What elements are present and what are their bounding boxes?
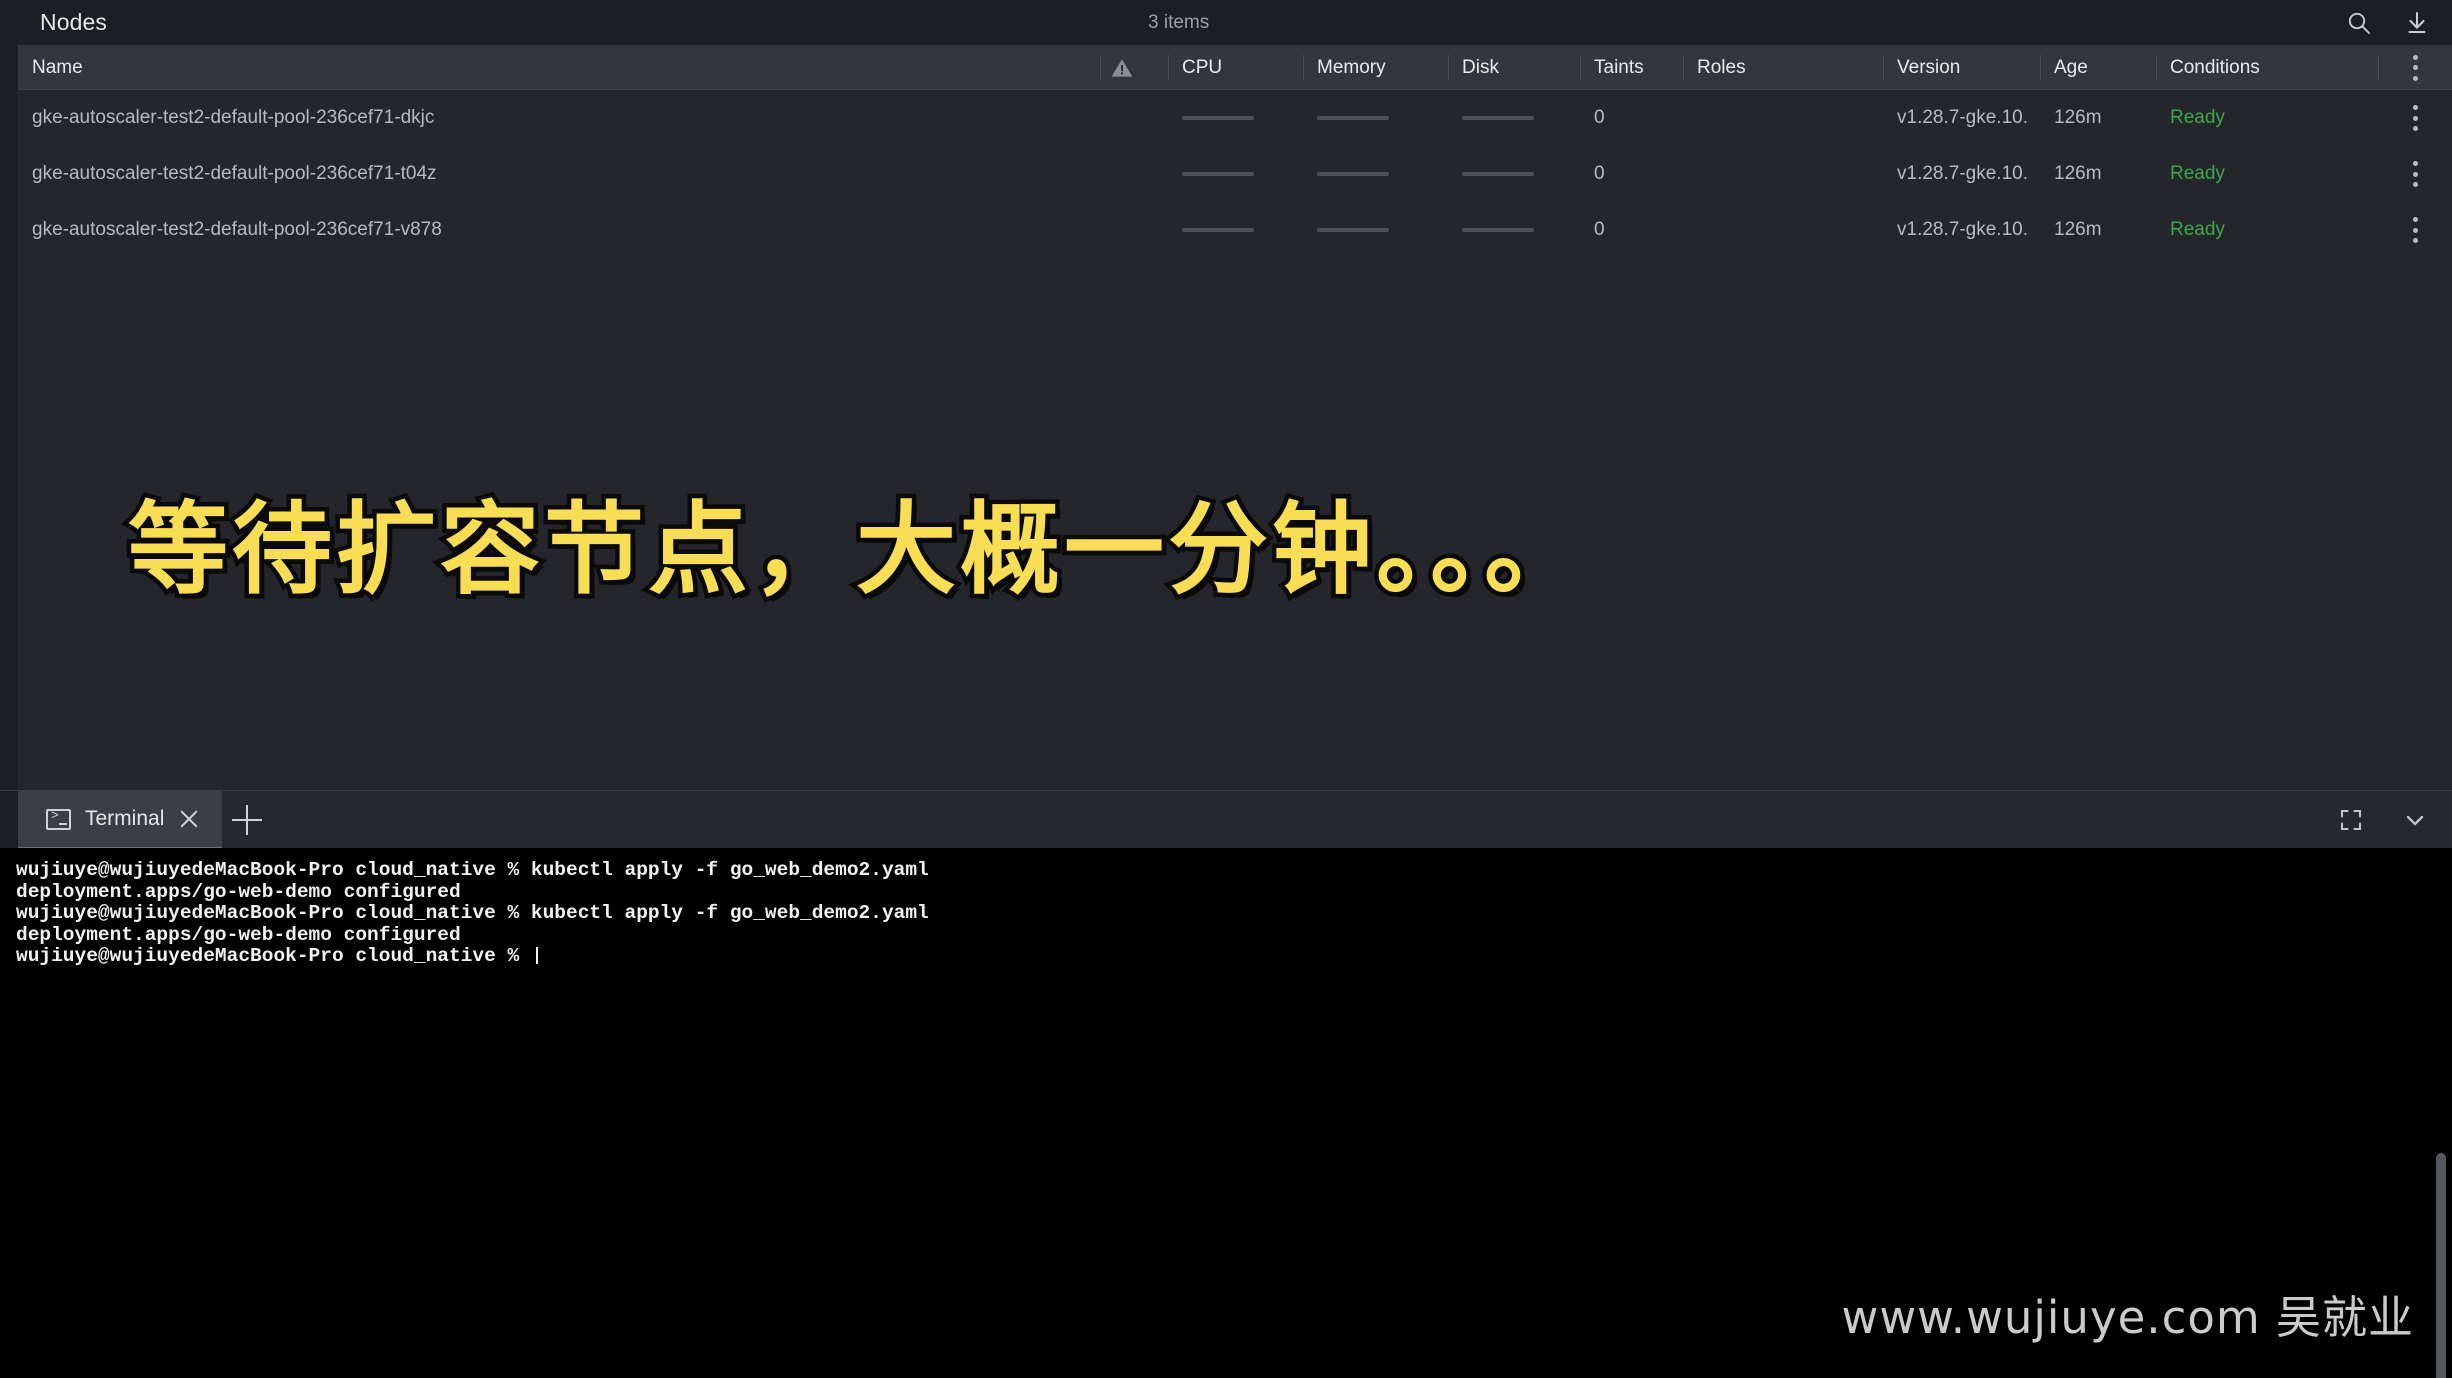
maximize-icon[interactable] <box>2336 805 2366 835</box>
disk-bar <box>1462 172 1534 176</box>
cell-name[interactable]: gke-autoscaler-test2-default-pool-236cef… <box>18 146 1100 202</box>
warning-triangle-icon <box>1111 58 1133 77</box>
column-header-version[interactable]: Version <box>1883 45 2038 90</box>
memory-bar <box>1317 116 1389 120</box>
column-header-memory[interactable]: Memory <box>1303 45 1438 90</box>
memory-bar <box>1317 228 1389 232</box>
nodes-panel: Nodes 3 items Name CPU Memory Disk Taint… <box>0 0 2452 790</box>
cell-roles <box>1683 202 1888 258</box>
new-terminal-tab-button[interactable] <box>232 805 262 835</box>
cell-name[interactable]: gke-autoscaler-test2-default-pool-236cef… <box>18 90 1100 146</box>
cell-disk <box>1448 202 1578 258</box>
terminal-scrollbar[interactable] <box>2436 1153 2446 1378</box>
chevron-down-icon[interactable] <box>2400 805 2430 835</box>
kebab-menu-icon[interactable] <box>2412 161 2418 187</box>
cell-version: v1.28.7-gke.10. <box>1897 107 2028 128</box>
page-title: Nodes <box>40 9 107 35</box>
cell-taints: 0 <box>1594 219 1605 240</box>
terminal-prompt-text: wujiuye@wujiuyedeMacBook-Pro cloud_nativ… <box>16 945 531 967</box>
cpu-bar <box>1182 172 1254 176</box>
toolbar-actions <box>2344 8 2432 38</box>
panel-toolbar: Nodes 3 items <box>0 0 2452 45</box>
terminal-line: deployment.apps/go-web-demo configured <box>16 923 461 946</box>
kebab-menu-icon[interactable] <box>2412 217 2418 243</box>
terminal-tab-actions <box>2336 791 2430 849</box>
table-row[interactable]: gke-autoscaler-test2-default-pool-236cef… <box>18 90 2452 146</box>
status-badge: Ready <box>2170 219 2225 240</box>
nodes-table: Name CPU Memory Disk Taints Roles Versio… <box>18 45 2452 790</box>
cpu-bar <box>1182 228 1254 232</box>
terminal-cursor <box>535 947 538 964</box>
cell-roles <box>1683 146 1888 202</box>
cell-name[interactable]: gke-autoscaler-test2-default-pool-236cef… <box>18 202 1100 258</box>
kebab-menu-icon[interactable] <box>2412 54 2418 81</box>
column-header-age[interactable]: Age <box>2040 45 2155 90</box>
row-menu-button[interactable] <box>2378 202 2452 258</box>
download-icon[interactable] <box>2402 8 2432 38</box>
cell-disk <box>1448 90 1578 146</box>
tab-bar-gutter <box>0 791 18 849</box>
app-root: Nodes 3 items Name CPU Memory Disk Taint… <box>0 0 2452 1378</box>
column-header-warning <box>1100 45 1146 90</box>
column-header-cpu[interactable]: CPU <box>1168 45 1298 90</box>
table-row[interactable]: gke-autoscaler-test2-default-pool-236cef… <box>18 202 2452 258</box>
terminal-tab-bar: Terminal <box>0 790 2452 849</box>
column-header-name[interactable]: Name <box>18 45 1100 90</box>
status-badge: Ready <box>2170 163 2225 184</box>
terminal-panel: Terminal <box>0 790 2452 1378</box>
memory-bar <box>1317 172 1389 176</box>
cell-cpu <box>1168 202 1298 258</box>
tab-terminal[interactable]: Terminal <box>18 791 223 849</box>
cell-disk <box>1448 146 1578 202</box>
terminal-line: deployment.apps/go-web-demo configured <box>16 880 461 903</box>
cell-taints: 0 <box>1594 163 1605 184</box>
cell-taints: 0 <box>1594 107 1605 128</box>
row-menu-button[interactable] <box>2378 146 2452 202</box>
column-header-taints[interactable]: Taints <box>1580 45 1685 90</box>
terminal-line: wujiuye@wujiuyedeMacBook-Pro cloud_nativ… <box>16 902 929 924</box>
cell-memory <box>1303 90 1438 146</box>
cell-memory <box>1303 146 1438 202</box>
cell-roles <box>1683 90 1888 146</box>
table-header-row: Name CPU Memory Disk Taints Roles Versio… <box>18 45 2452 90</box>
cpu-bar <box>1182 116 1254 120</box>
column-header-menu[interactable] <box>2378 45 2452 90</box>
overlay-caption: 等待扩容节点，大概一分钟。。。 <box>124 487 1589 613</box>
tab-terminal-label: Terminal <box>85 807 165 830</box>
table-body: gke-autoscaler-test2-default-pool-236cef… <box>18 90 2452 258</box>
cell-version: v1.28.7-gke.10. <box>1897 219 2028 240</box>
cell-memory <box>1303 202 1438 258</box>
table-row[interactable]: gke-autoscaler-test2-default-pool-236cef… <box>18 146 2452 202</box>
disk-bar <box>1462 228 1534 232</box>
status-badge: Ready <box>2170 107 2225 128</box>
item-count-label: 3 items <box>1148 11 1210 33</box>
terminal-line: wujiuye@wujiuyedeMacBook-Pro cloud_nativ… <box>16 859 929 881</box>
kebab-menu-icon[interactable] <box>2412 105 2418 131</box>
column-header-conditions[interactable]: Conditions <box>2156 45 2378 90</box>
cell-age: 126m <box>2054 107 2102 128</box>
column-header-disk[interactable]: Disk <box>1448 45 1578 90</box>
disk-bar <box>1462 116 1534 120</box>
cell-version: v1.28.7-gke.10. <box>1897 163 2028 184</box>
column-header-roles[interactable]: Roles <box>1683 45 1888 90</box>
close-icon[interactable] <box>178 808 200 830</box>
watermark: www.wujiuye.com 吴就业 <box>1841 1291 2414 1344</box>
terminal-prompt-line: wujiuye@wujiuyedeMacBook-Pro cloud_nativ… <box>16 945 2452 968</box>
cell-age: 126m <box>2054 219 2102 240</box>
cell-cpu <box>1168 146 1298 202</box>
row-menu-button[interactable] <box>2378 90 2452 146</box>
search-icon[interactable] <box>2344 8 2374 38</box>
cell-age: 126m <box>2054 163 2102 184</box>
cell-cpu <box>1168 90 1298 146</box>
terminal-prompt-icon <box>46 808 71 830</box>
